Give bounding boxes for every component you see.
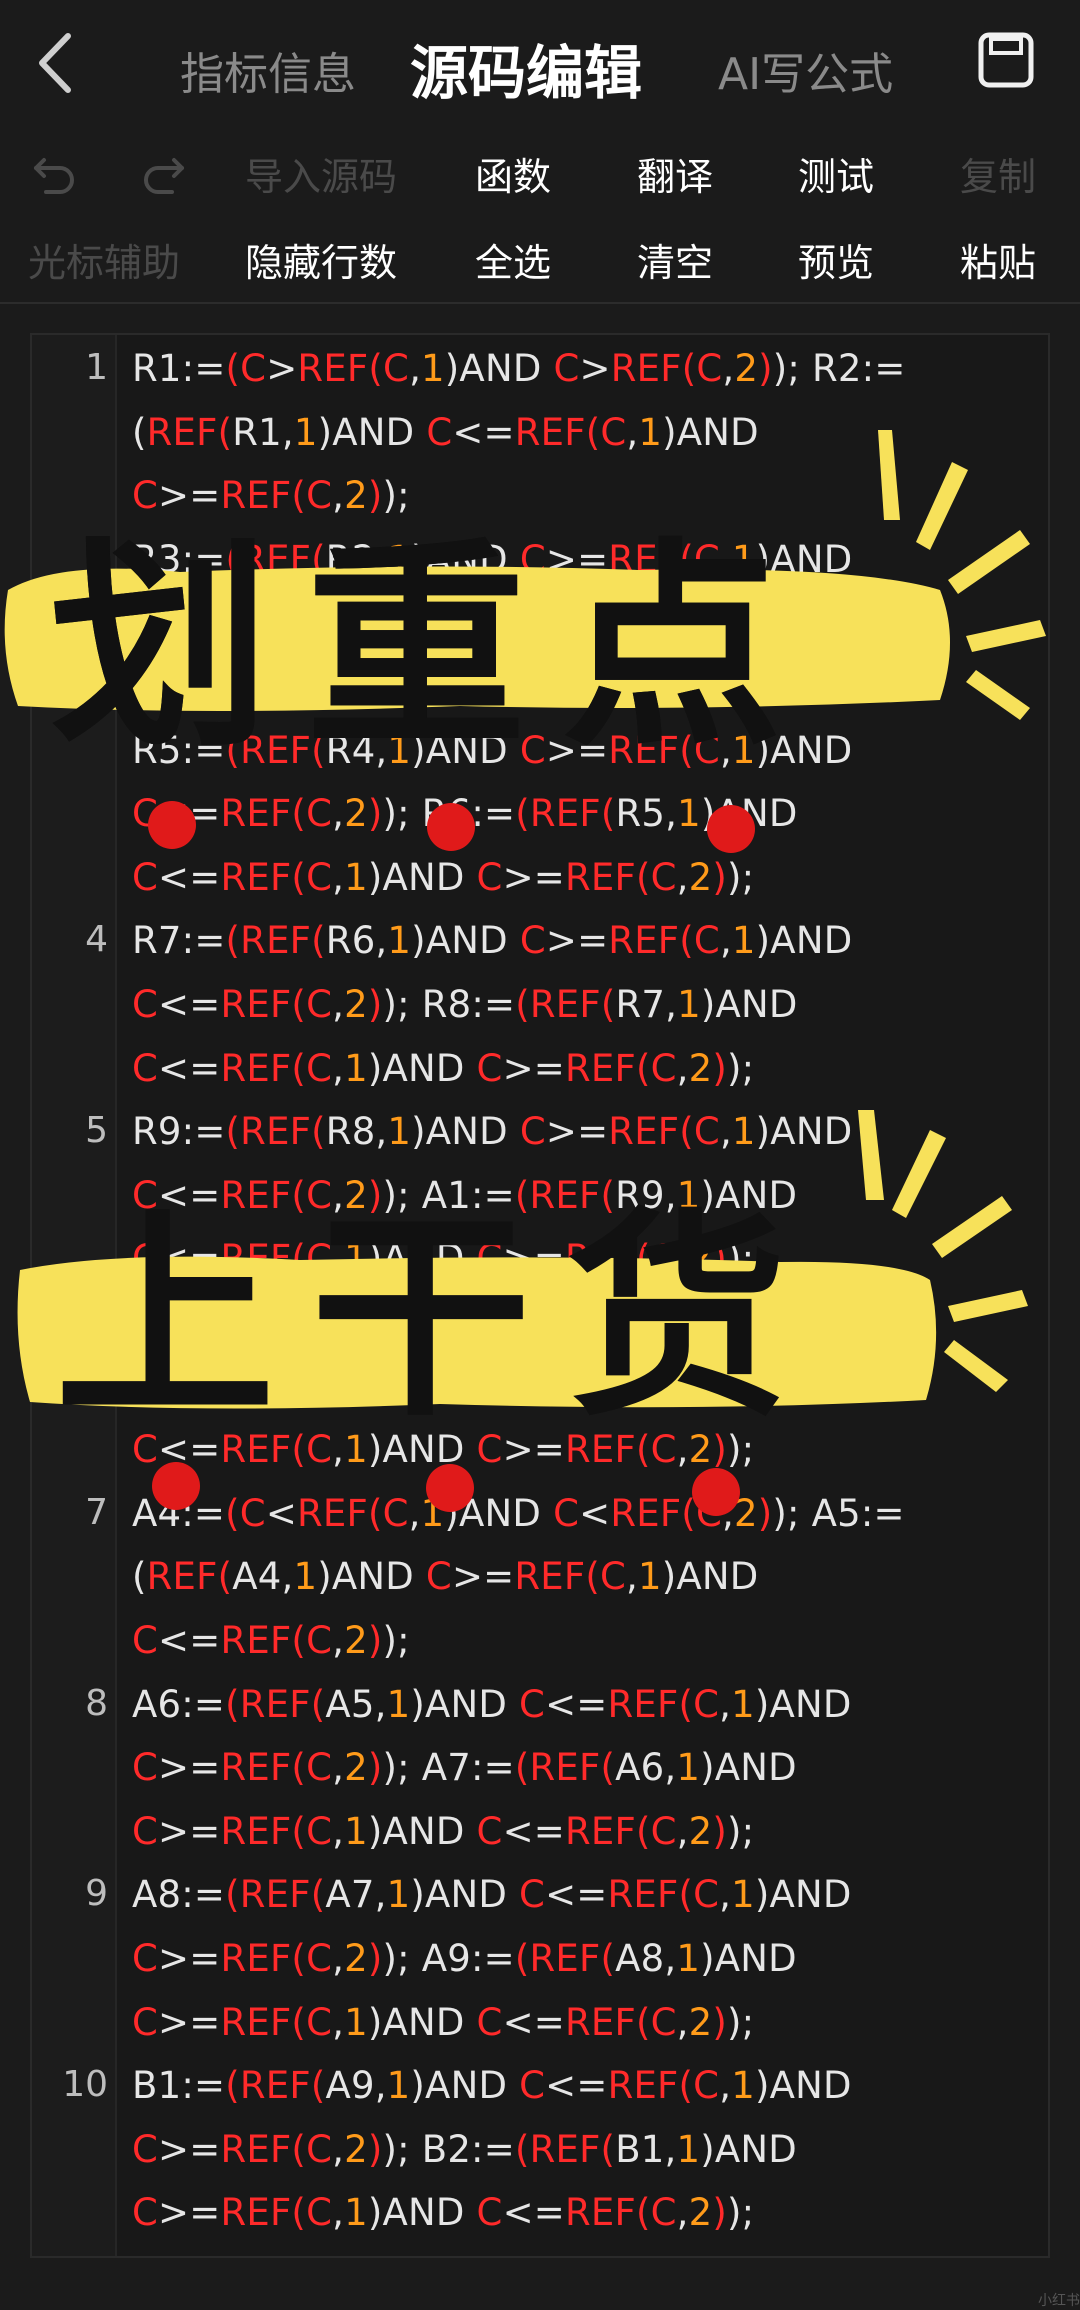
watermark: 小红书 xyxy=(1038,2293,1080,2309)
code-line[interactable]: B1:=(REF(A9,1)AND C<=REF(C,1)AND xyxy=(132,2064,852,2107)
test-button[interactable]: 测试 xyxy=(798,146,874,201)
clear-button[interactable]: 清空 xyxy=(637,232,713,287)
code-line[interactable]: C<=REF(C,2)); xyxy=(132,1619,410,1662)
code-line[interactable]: A4:=(C<REF(C,1)AND C<REF(C,2)); A5:= xyxy=(132,1492,905,1535)
translate-button[interactable]: 翻译 xyxy=(637,146,713,201)
line-number: 8 xyxy=(85,1682,108,1724)
code-line[interactable]: R1:=(C>REF(C,1)AND C>REF(C,2)); R2:= xyxy=(132,347,906,390)
code-line[interactable]: C>=REF(C,1)AND C<=REF(C,2)); xyxy=(132,2001,754,2044)
redo-icon[interactable] xyxy=(138,146,188,196)
paste-button[interactable]: 粘贴 xyxy=(960,232,1036,287)
top-bar: 指标信息 源码编辑 AI写公式 xyxy=(0,0,1080,125)
code-line[interactable]: C<=REF(C,1)AND C>=REF(C,2)); xyxy=(132,1047,754,1090)
line-number: 1 xyxy=(85,347,108,388)
code-line[interactable]: C>=REF(C,2)); A9:=(REF(A8,1)AND xyxy=(132,1937,797,1980)
code-line[interactable]: A8:=(REF(A7,1)AND C<=REF(C,1)AND xyxy=(132,1873,852,1916)
line-number: 7 xyxy=(85,1491,108,1533)
save-button[interactable] xyxy=(976,30,1036,90)
tab-indicator-info[interactable]: 指标信息 xyxy=(180,38,356,102)
import-source-button[interactable]: 导入源码 xyxy=(245,146,397,201)
tab-source-edit[interactable]: 源码编辑 xyxy=(410,26,642,110)
code-line[interactable]: C>=REF(C,2)); B2:=(REF(B1,1)AND xyxy=(132,2128,797,2171)
line-number: 9 xyxy=(85,1873,108,1915)
code-line[interactable]: C<=REF(C,2)); R8:=(REF(R7,1)AND xyxy=(132,983,798,1026)
preview-button[interactable]: 预览 xyxy=(798,232,874,287)
banner-title-goods: 上干货 xyxy=(55,1190,824,1446)
line-number: 4 xyxy=(85,919,108,961)
code-line[interactable]: A6:=(REF(A5,1)AND C<=REF(C,1)AND xyxy=(132,1683,852,1726)
back-button[interactable] xyxy=(28,28,88,98)
banner-title-highlight: 划重点 xyxy=(50,520,819,776)
code-line[interactable]: C>=REF(C,2)); A7:=(REF(A6,1)AND xyxy=(132,1746,797,1789)
copy-button[interactable]: 复制 xyxy=(960,146,1036,201)
tab-ai-formula[interactable]: AI写公式 xyxy=(718,38,893,102)
line-number: 10 xyxy=(62,2064,108,2106)
code-line[interactable]: (REF(A4,1)AND C>=REF(C,1)AND xyxy=(132,1555,758,1598)
undo-icon[interactable] xyxy=(30,146,80,196)
functions-button[interactable]: 函数 xyxy=(475,146,551,201)
cursor-assist-button[interactable]: 光标辅助 xyxy=(28,232,180,287)
code-line[interactable]: C>=REF(C,1)AND C<=REF(C,2)); xyxy=(132,2191,754,2234)
chevron-left-icon xyxy=(39,33,71,93)
save-icon xyxy=(978,32,1034,88)
code-line[interactable]: C<=REF(C,1)AND C>=REF(C,2)); xyxy=(132,856,754,899)
select-all-button[interactable]: 全选 xyxy=(475,232,551,287)
code-line[interactable]: C>=REF(C,1)AND C<=REF(C,2)); xyxy=(132,1810,754,1853)
toolbar-divider xyxy=(0,302,1080,304)
hide-line-numbers-button[interactable]: 隐藏行数 xyxy=(245,232,397,287)
code-line[interactable]: (REF(R1,1)AND C<=REF(C,1)AND xyxy=(132,411,759,454)
code-line[interactable]: C<=REF(C,2)); R6:=(REF(R5,1)AND xyxy=(132,792,798,835)
code-line[interactable]: R7:=(REF(R6,1)AND C>=REF(C,1)AND xyxy=(132,919,852,962)
